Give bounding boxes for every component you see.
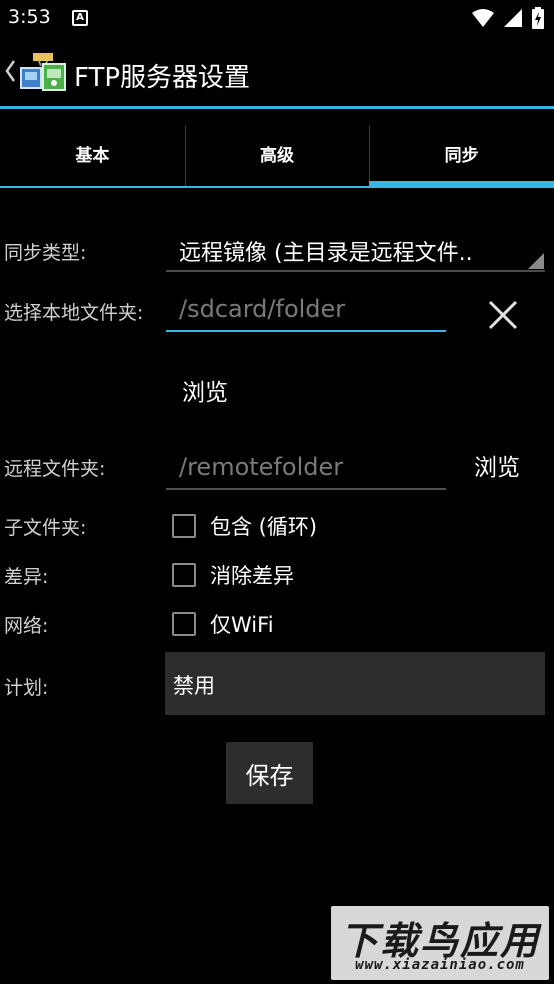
watermark-url: www.xiazainiao.com [355, 957, 525, 973]
schedule-label: 计划: [4, 677, 49, 699]
sync-type-label: 同步类型: [4, 242, 87, 264]
clear-icon[interactable] [486, 298, 520, 332]
diff-option[interactable]: 消除差异 [172, 560, 294, 590]
dropdown-arrow-icon [528, 253, 544, 269]
wifi-only-label: 仅WiFi [210, 613, 274, 637]
watermark-logo: 下载鸟应用 www.xiazainiao.com [331, 906, 549, 980]
tab-bar: 基本 高级 同步 [0, 124, 554, 188]
remote-folder-input[interactable] [166, 446, 446, 490]
schedule-value: 禁用 [173, 674, 215, 698]
cellular-signal-icon [504, 9, 522, 27]
subfolders-checkbox[interactable] [172, 514, 196, 538]
status-icons [472, 7, 544, 29]
remote-folder-label: 远程文件夹: [4, 458, 106, 480]
diff-option-label: 消除差异 [210, 564, 294, 588]
diff-checkbox[interactable] [172, 563, 196, 587]
app-logo-icon[interactable] [19, 52, 67, 92]
diff-label: 差异: [4, 566, 49, 588]
tab-advanced[interactable]: 高级 [184, 124, 370, 188]
local-folder-label: 选择本地文件夹: [4, 302, 144, 324]
back-chevron-icon[interactable] [3, 58, 17, 84]
remote-browse-button[interactable]: 浏览 [474, 448, 520, 482]
local-browse-button[interactable]: 浏览 [182, 373, 228, 407]
tab-basic[interactable]: 基本 [0, 124, 185, 188]
network-label: 网络: [4, 615, 49, 637]
sync-type-value: 远程镜像 (主目录是远程文件.. [179, 241, 473, 266]
save-button[interactable]: 保存 [226, 742, 313, 804]
subfolders-option-label: 包含 (循环) [210, 515, 318, 539]
page-title: FTP服务器设置 [74, 63, 251, 93]
subfolders-option[interactable]: 包含 (循环) [172, 511, 317, 541]
wifi-only-checkbox[interactable] [172, 612, 196, 636]
wifi-icon [472, 9, 494, 27]
local-folder-input[interactable] [166, 288, 446, 332]
sync-type-spinner[interactable]: 远程镜像 (主目录是远程文件.. [166, 226, 545, 272]
status-time: 3:53 [8, 6, 51, 28]
subfolders-label: 子文件夹: [4, 517, 87, 539]
notification-icon: A [72, 10, 88, 26]
action-bar: FTP服务器设置 [0, 36, 554, 106]
action-bar-divider [0, 106, 554, 109]
battery-charging-icon [532, 7, 544, 29]
status-bar: 3:53 A [0, 0, 554, 36]
schedule-selector[interactable]: 禁用 [165, 652, 545, 715]
tab-sync[interactable]: 同步 [369, 124, 554, 188]
network-option[interactable]: 仅WiFi [172, 609, 274, 639]
